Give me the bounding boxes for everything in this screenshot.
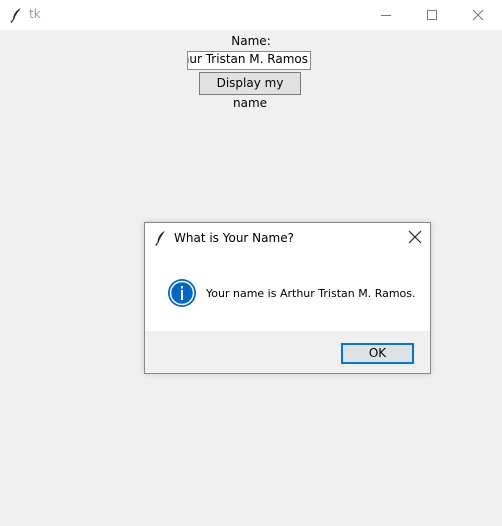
minimize-button[interactable] xyxy=(363,0,409,30)
name-input[interactable]: Arthur Tristan M. Ramos xyxy=(187,51,311,70)
ok-button[interactable]: OK xyxy=(341,343,414,364)
maximize-button[interactable] xyxy=(409,0,455,30)
feather-icon xyxy=(10,8,21,23)
name-input-value: Arthur Tristan M. Ramos xyxy=(188,52,308,66)
info-icon xyxy=(168,279,196,307)
dialog-message: Your name is Arthur Tristan M. Ramos. xyxy=(206,287,416,300)
close-icon xyxy=(472,9,484,21)
feather-icon xyxy=(155,231,165,246)
close-icon[interactable] xyxy=(408,230,422,244)
main-window-titlebar[interactable]: tk xyxy=(0,0,502,30)
close-button[interactable] xyxy=(455,0,501,30)
dialog-title: What is Your Name? xyxy=(174,231,294,245)
maximize-icon xyxy=(427,10,437,20)
name-label: Name: xyxy=(231,34,271,48)
minimize-icon xyxy=(381,15,391,16)
dialog-titlebar[interactable]: What is Your Name? xyxy=(145,223,430,253)
window-title: tk xyxy=(29,7,41,21)
message-dialog: What is Your Name? Your name is Arthur T… xyxy=(144,222,431,374)
display-name-button[interactable]: Display my name xyxy=(199,72,301,110)
